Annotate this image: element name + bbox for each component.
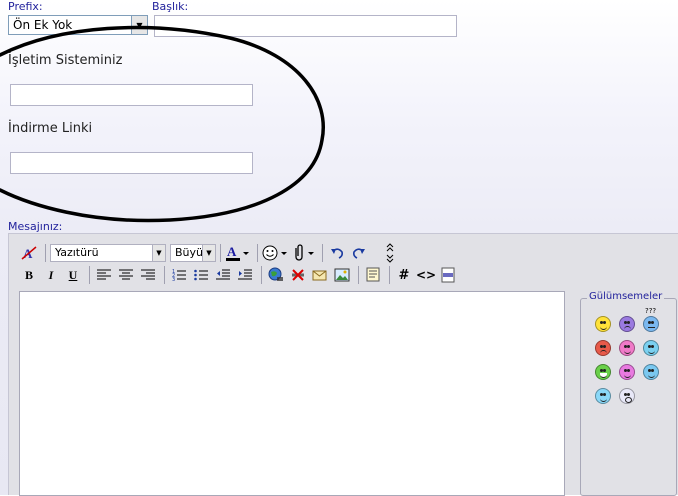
cool-icon[interactable] — [643, 340, 659, 356]
grin-icon[interactable] — [595, 364, 611, 380]
underline-button[interactable]: U — [63, 265, 83, 285]
outdent-icon[interactable] — [213, 265, 233, 285]
toolbar-row-1: A Yazıtürü ▼ Büyük ▼ A — [19, 242, 402, 264]
smilies-box: Gülümsemeler ??? — [580, 291, 677, 496]
svg-text:A: A — [227, 244, 237, 259]
wink-icon[interactable] — [619, 364, 635, 380]
mad-icon[interactable] — [595, 340, 611, 356]
font-select-value: Yazıtürü — [55, 246, 99, 259]
quote-icon[interactable] — [363, 265, 383, 285]
code-hash-icon[interactable]: # — [394, 265, 414, 285]
separator — [164, 266, 165, 284]
italic-button[interactable]: I — [41, 265, 61, 285]
separator — [45, 244, 46, 262]
message-label: Mesajınız: — [8, 220, 63, 233]
prefix-select-value: Ön Ek Yok — [13, 18, 73, 32]
remove-format-icon[interactable]: A — [19, 243, 39, 263]
insert-image-icon[interactable] — [332, 265, 352, 285]
unordered-list-icon[interactable] — [191, 265, 211, 285]
prefix-label: Prefix: — [8, 0, 43, 13]
redo-icon[interactable] — [349, 243, 369, 263]
chevron-down-icon[interactable]: ▼ — [131, 16, 147, 34]
sunglasses-icon[interactable] — [595, 388, 611, 404]
insert-email-icon[interactable] — [310, 265, 330, 285]
size-select[interactable]: Büyük ▼ — [170, 244, 216, 262]
frown-icon[interactable] — [619, 316, 635, 332]
eek-icon[interactable] — [619, 388, 635, 404]
separator — [89, 266, 90, 284]
chevron-down-icon[interactable]: ▼ — [202, 245, 215, 261]
title-input[interactable] — [154, 15, 457, 37]
html-code-icon[interactable]: <> — [416, 265, 436, 285]
smile-icon[interactable] — [595, 316, 611, 332]
tongue-icon[interactable] — [619, 340, 635, 356]
prefix-select[interactable]: Ön Ek Yok ▼ — [8, 15, 148, 35]
separator — [389, 266, 390, 284]
separator — [257, 244, 258, 262]
svg-text:3: 3 — [172, 277, 175, 282]
ordered-list-icon[interactable]: 123 — [169, 265, 189, 285]
message-textarea[interactable] — [19, 291, 565, 496]
remove-link-icon[interactable] — [288, 265, 308, 285]
align-right-icon[interactable] — [138, 265, 158, 285]
separator — [220, 244, 221, 262]
download-link-label: İndirme Linki — [8, 121, 93, 136]
rolleyes-icon[interactable] — [643, 364, 659, 380]
attachment-icon[interactable] — [290, 243, 316, 263]
chevron-down-icon[interactable]: ▼ — [152, 245, 165, 261]
editor-panel: A Yazıtürü ▼ Büyük ▼ A — [8, 233, 678, 496]
separator — [358, 266, 359, 284]
confused-icon[interactable] — [643, 316, 659, 332]
bold-button[interactable]: B — [19, 265, 39, 285]
indent-icon[interactable] — [235, 265, 255, 285]
confused-marks: ??? — [645, 307, 657, 315]
separator — [261, 266, 262, 284]
smilies-title: Gülümsemeler — [587, 291, 665, 302]
php-code-icon[interactable] — [438, 265, 458, 285]
resize-editor-icon[interactable] — [380, 243, 400, 263]
toolbar-row-2: B I U 123 # <> — [19, 264, 460, 286]
align-center-icon[interactable] — [116, 265, 136, 285]
title-label: Başlık: — [152, 0, 189, 13]
font-select[interactable]: Yazıtürü ▼ — [50, 244, 166, 262]
insert-link-icon[interactable] — [266, 265, 286, 285]
align-left-icon[interactable] — [94, 265, 114, 285]
download-link-input[interactable] — [10, 152, 253, 174]
os-field-label: İşletim Sisteminiz — [8, 53, 123, 68]
separator — [322, 244, 323, 262]
undo-icon[interactable] — [327, 243, 347, 263]
font-color-icon[interactable]: A — [225, 243, 251, 263]
os-field-input[interactable] — [10, 84, 253, 106]
smiley-menu-icon[interactable] — [262, 243, 288, 263]
